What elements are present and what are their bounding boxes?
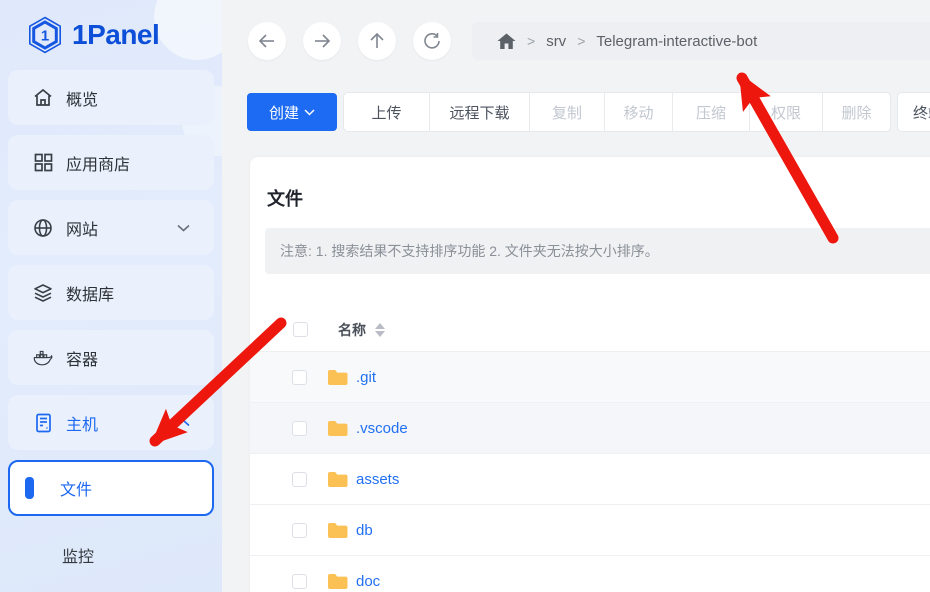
breadcrumb-item-srv[interactable]: srv bbox=[546, 33, 566, 50]
page-title: 文件 bbox=[250, 157, 930, 211]
copy-button[interactable]: 复制 bbox=[530, 93, 605, 131]
sidebar-item-appstore[interactable]: 应用商店 bbox=[8, 135, 214, 190]
terminal-button[interactable]: 终端 bbox=[898, 93, 930, 131]
create-button[interactable]: 创建 bbox=[247, 93, 337, 131]
file-manager-panel: 文件 注意: 1. 搜索结果不支持排序功能 2. 文件夹无法按大小排序。 名称 … bbox=[250, 157, 930, 592]
file-actions-toolbar: 上传 远程下载 复制 移动 压缩 权限 删除 bbox=[344, 93, 890, 131]
globe-icon bbox=[33, 218, 53, 238]
sidebar-item-label: 主机 bbox=[66, 411, 98, 435]
nav-forward-button[interactable] bbox=[303, 22, 341, 60]
sidebar-item-label: 监控 bbox=[62, 543, 94, 567]
table-row[interactable]: db bbox=[250, 505, 930, 556]
sidebar-item-label: 数据库 bbox=[66, 281, 114, 305]
1panel-hexagon-icon: 1 bbox=[26, 16, 64, 54]
upload-button[interactable]: 上传 bbox=[344, 93, 430, 131]
file-link[interactable]: doc bbox=[356, 573, 380, 590]
database-layers-icon bbox=[33, 283, 53, 303]
home-icon[interactable] bbox=[497, 33, 516, 50]
file-link[interactable]: db bbox=[356, 522, 373, 539]
chevron-up-icon bbox=[177, 414, 190, 432]
column-header-name: 名称 bbox=[338, 320, 366, 340]
file-link[interactable]: assets bbox=[356, 471, 399, 488]
decor-circle bbox=[154, 0, 222, 60]
row-checkbox[interactable] bbox=[292, 421, 307, 436]
terminal-button-label: 终端 bbox=[913, 102, 930, 123]
app-title: 1Panel bbox=[72, 19, 159, 51]
sidebar-item-database[interactable]: 数据库 bbox=[8, 265, 214, 320]
folder-icon bbox=[327, 471, 348, 488]
row-checkbox[interactable] bbox=[292, 523, 307, 538]
sort-desc-icon bbox=[375, 331, 385, 337]
folder-icon bbox=[327, 420, 348, 437]
move-button[interactable]: 移动 bbox=[605, 93, 673, 131]
folder-icon bbox=[327, 522, 348, 539]
chevron-down-icon bbox=[304, 109, 315, 116]
sidebar-item-label: 文件 bbox=[60, 476, 92, 500]
permission-button[interactable]: 权限 bbox=[750, 93, 823, 131]
home-icon bbox=[33, 88, 53, 107]
folder-icon bbox=[327, 573, 348, 590]
arrow-left-icon bbox=[257, 33, 277, 49]
arrow-right-icon bbox=[312, 33, 332, 49]
remote-download-button[interactable]: 远程下载 bbox=[430, 93, 530, 131]
table-row[interactable]: .vscode bbox=[250, 403, 930, 454]
sort-control[interactable] bbox=[375, 323, 385, 337]
row-checkbox[interactable] bbox=[292, 472, 307, 487]
appstore-icon bbox=[33, 153, 53, 172]
select-all-checkbox[interactable] bbox=[293, 322, 308, 337]
compress-button[interactable]: 压缩 bbox=[673, 93, 750, 131]
create-button-label: 创建 bbox=[269, 102, 299, 123]
notice-banner: 注意: 1. 搜索结果不支持排序功能 2. 文件夹无法按大小排序。 bbox=[265, 228, 930, 274]
table-row[interactable]: .git bbox=[250, 352, 930, 403]
folder-icon bbox=[327, 369, 348, 386]
sidebar-item-monitor[interactable]: 监控 bbox=[8, 527, 214, 583]
sidebar-item-label: 概览 bbox=[66, 86, 98, 110]
sidebar: 1 1Panel 概览 应用商店 bbox=[0, 0, 222, 592]
table-header-row: 名称 bbox=[250, 308, 930, 352]
docker-whale-icon bbox=[33, 349, 53, 367]
delete-button[interactable]: 删除 bbox=[823, 93, 890, 131]
app-logo[interactable]: 1 1Panel bbox=[26, 16, 159, 54]
breadcrumb: > srv > Telegram-interactive-bot bbox=[472, 22, 930, 60]
sidebar-item-website[interactable]: 网站 bbox=[8, 200, 214, 255]
breadcrumb-separator: > bbox=[577, 33, 585, 49]
table-row[interactable]: assets bbox=[250, 454, 930, 505]
refresh-icon bbox=[423, 32, 441, 50]
breadcrumb-separator: > bbox=[527, 33, 535, 49]
file-table: 名称 .git .vscode assets bbox=[250, 308, 930, 592]
sidebar-item-label: 网站 bbox=[66, 216, 98, 240]
file-link[interactable]: .vscode bbox=[356, 420, 408, 437]
sidebar-item-container[interactable]: 容器 bbox=[8, 330, 214, 385]
nav-back-button[interactable] bbox=[248, 22, 286, 60]
nav-up-button[interactable] bbox=[358, 22, 396, 60]
sidebar-item-files[interactable]: 文件 bbox=[8, 460, 214, 516]
sidebar-item-host[interactable]: 主机 bbox=[8, 395, 214, 450]
nav-refresh-button[interactable] bbox=[413, 22, 451, 60]
table-row[interactable]: doc bbox=[250, 556, 930, 592]
file-link[interactable]: .git bbox=[356, 369, 376, 386]
notice-text: 注意: 1. 搜索结果不支持排序功能 2. 文件夹无法按大小排序。 bbox=[280, 241, 659, 261]
sidebar-item-label: 应用商店 bbox=[66, 151, 130, 175]
sidebar-menu: 概览 应用商店 网站 bbox=[0, 70, 222, 592]
active-indicator-bar bbox=[25, 477, 34, 499]
row-checkbox[interactable] bbox=[292, 574, 307, 589]
sidebar-item-overview[interactable]: 概览 bbox=[8, 70, 214, 125]
arrow-up-icon bbox=[369, 31, 385, 51]
sort-asc-icon bbox=[375, 323, 385, 329]
chevron-down-icon bbox=[177, 219, 190, 237]
server-icon bbox=[33, 413, 53, 433]
svg-text:1: 1 bbox=[41, 28, 49, 45]
row-checkbox[interactable] bbox=[292, 370, 307, 385]
breadcrumb-item-current[interactable]: Telegram-interactive-bot bbox=[596, 33, 757, 50]
sidebar-item-label: 容器 bbox=[66, 346, 98, 370]
